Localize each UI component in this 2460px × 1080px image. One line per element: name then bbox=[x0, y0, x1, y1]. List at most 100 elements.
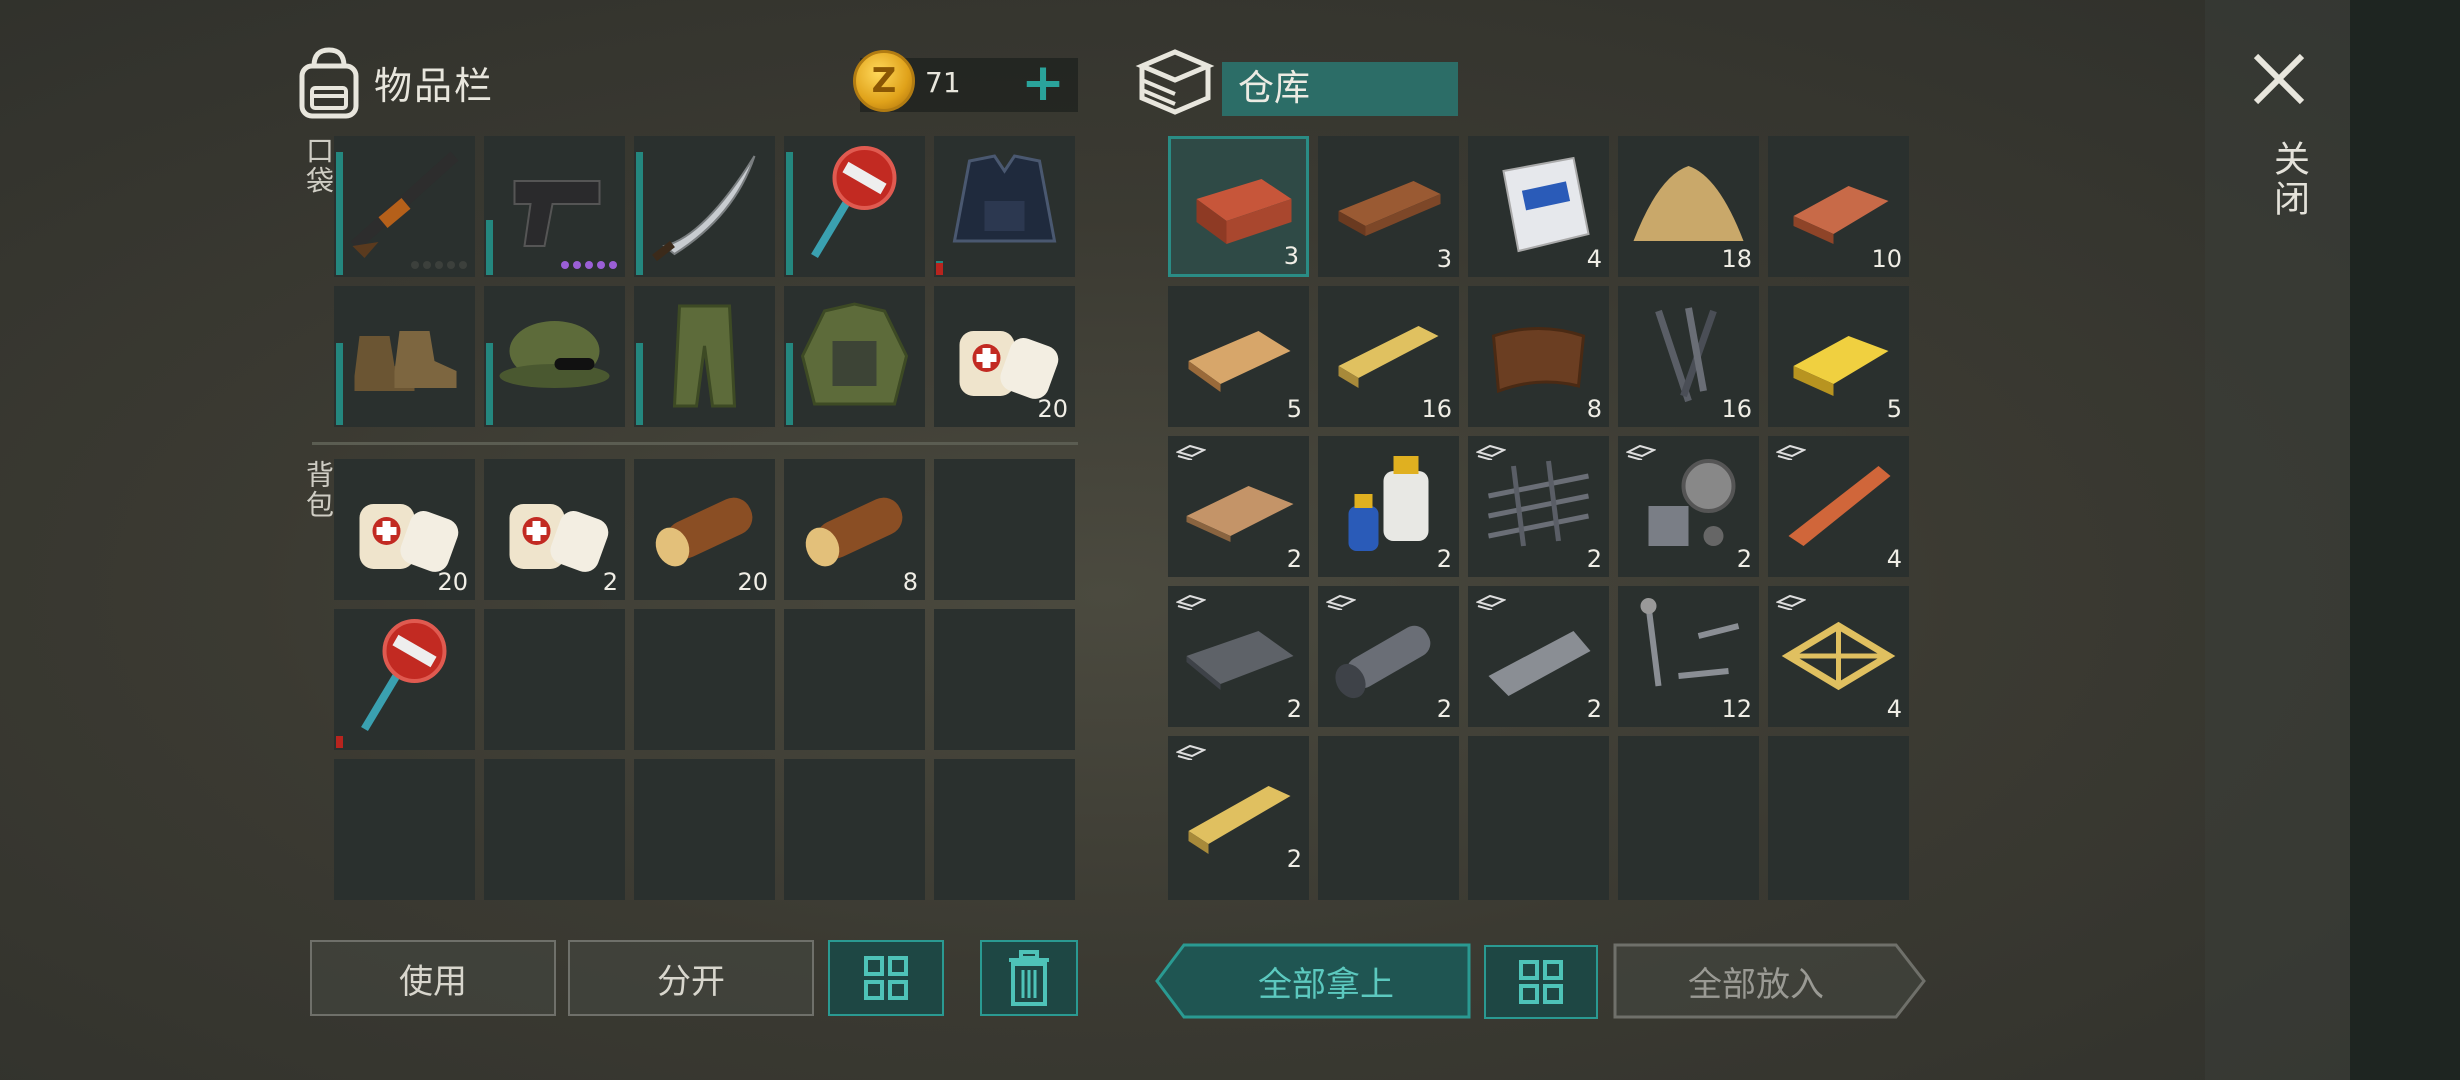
item-count: 8 bbox=[902, 568, 918, 596]
storage-slot[interactable] bbox=[1468, 736, 1609, 877]
sort-storage-button[interactable] bbox=[1484, 945, 1598, 1019]
close-icon[interactable] bbox=[2250, 50, 2308, 108]
storage-slot[interactable]: 4 bbox=[1768, 436, 1909, 577]
upgrade-dot bbox=[435, 261, 443, 269]
pocket-slot[interactable] bbox=[334, 136, 475, 277]
storage-slot[interactable]: 12 bbox=[1618, 586, 1759, 727]
durability-bar bbox=[786, 152, 793, 275]
storage-slot[interactable]: 5 bbox=[1768, 286, 1909, 427]
backpack-slot[interactable] bbox=[634, 609, 775, 750]
storage-slot[interactable] bbox=[1318, 736, 1459, 877]
durability-bar bbox=[636, 343, 643, 425]
storage-slot[interactable] bbox=[1618, 874, 1759, 900]
bandage-icon bbox=[359, 504, 459, 572]
storage-slot[interactable]: 16 bbox=[1318, 286, 1459, 427]
backpack-slot[interactable] bbox=[784, 609, 925, 750]
pocket-slot[interactable] bbox=[784, 136, 925, 277]
storage-slot[interactable]: 8 bbox=[1468, 286, 1609, 427]
backpack-icon bbox=[299, 47, 359, 119]
item-count: 2 bbox=[1436, 545, 1452, 573]
pocket-slot[interactable] bbox=[634, 286, 775, 427]
rebar-mesh-icon bbox=[1488, 460, 1589, 547]
upgrade-dot bbox=[573, 261, 581, 269]
storage-slot[interactable]: 3 bbox=[1168, 136, 1309, 277]
backpack-slot[interactable] bbox=[484, 759, 625, 900]
backpack-slot[interactable] bbox=[934, 609, 1075, 750]
storage-slot[interactable]: 2 bbox=[1168, 436, 1309, 577]
backpack-slot[interactable] bbox=[484, 609, 625, 750]
storage-slot[interactable]: 10 bbox=[1768, 136, 1909, 277]
storage-slot[interactable]: 2 bbox=[1468, 586, 1609, 727]
pocket-slot[interactable] bbox=[484, 136, 625, 277]
use-button[interactable]: 使用 bbox=[310, 940, 556, 1016]
backpack-slot[interactable]: 20 bbox=[634, 459, 775, 600]
storage-slot[interactable] bbox=[1168, 874, 1309, 900]
upgrade-dot bbox=[585, 261, 593, 269]
storage-slot[interactable] bbox=[1468, 874, 1609, 900]
upgrade-dot bbox=[411, 261, 419, 269]
storage-slot[interactable]: 2 bbox=[1168, 736, 1309, 877]
backpack-slot[interactable] bbox=[634, 759, 775, 900]
backpack-slot[interactable] bbox=[784, 759, 925, 900]
storage-slot[interactable] bbox=[1318, 874, 1459, 900]
storage-slot[interactable]: 2 bbox=[1318, 586, 1459, 727]
storage-slot[interactable]: 2 bbox=[1318, 436, 1459, 577]
pocket-slot[interactable]: 20 bbox=[934, 286, 1075, 427]
storage-slot[interactable]: 2 bbox=[1618, 436, 1759, 577]
camo-jacket-icon bbox=[800, 302, 909, 406]
backpack-slot[interactable] bbox=[334, 759, 475, 900]
item-count: 8 bbox=[1586, 395, 1602, 423]
pocket-slot[interactable] bbox=[634, 136, 775, 277]
add-coins-button[interactable]: + bbox=[1018, 57, 1068, 112]
durability-bar bbox=[786, 343, 793, 425]
coin-icon: Z bbox=[853, 50, 915, 112]
sort-inventory-button[interactable] bbox=[828, 940, 944, 1016]
storage-slot[interactable]: 5 bbox=[1168, 286, 1309, 427]
item-count: 20 bbox=[1037, 395, 1068, 423]
pocket-slot[interactable] bbox=[334, 286, 475, 427]
storage-slot[interactable] bbox=[1618, 736, 1759, 877]
storage-slot[interactable]: 3 bbox=[1318, 136, 1459, 277]
upgrade-dot bbox=[459, 261, 467, 269]
leather-icon bbox=[1491, 327, 1586, 394]
storage-slot[interactable]: 2 bbox=[1468, 436, 1609, 577]
pocket-slot[interactable] bbox=[784, 286, 925, 427]
storage-grid-overflow bbox=[1168, 874, 1909, 900]
chipboard-icon bbox=[1186, 486, 1294, 542]
close-label[interactable]: 关闭 bbox=[2262, 140, 2314, 220]
take-all-button[interactable]: 全部拿上 bbox=[1184, 945, 1468, 1017]
storage-slot[interactable] bbox=[1768, 874, 1909, 900]
item-count: 18 bbox=[1721, 245, 1752, 273]
storage-slot[interactable]: 18 bbox=[1618, 136, 1759, 277]
pipe-icon bbox=[1335, 625, 1431, 699]
storage-slot[interactable]: 4 bbox=[1768, 586, 1909, 727]
storage-slot[interactable] bbox=[1768, 736, 1909, 877]
storage-slot[interactable]: 16 bbox=[1618, 286, 1759, 427]
lumber-icon bbox=[1338, 326, 1439, 388]
storage-slot[interactable]: 2 bbox=[1168, 586, 1309, 727]
put-all-button[interactable]: 全部放入 bbox=[1614, 945, 1898, 1017]
item-count: 3 bbox=[1436, 245, 1452, 273]
stop-sign-icon bbox=[811, 146, 897, 259]
backpack-slot[interactable]: 8 bbox=[784, 459, 925, 600]
inventory-title: 物品栏 bbox=[374, 63, 495, 108]
blueprint-stack-icon bbox=[1176, 444, 1206, 460]
pocket-slot[interactable] bbox=[934, 136, 1075, 277]
upgrade-dot bbox=[423, 261, 431, 269]
steel-bar-icon bbox=[1488, 631, 1591, 696]
durability-bar bbox=[636, 152, 643, 275]
backpack-slot[interactable]: 20 bbox=[334, 459, 475, 600]
storage-slot[interactable]: 4 bbox=[1468, 136, 1609, 277]
backpack-slot[interactable] bbox=[934, 759, 1075, 900]
wood-beam-icon bbox=[1188, 786, 1291, 854]
blueprint-stack-icon bbox=[1776, 444, 1806, 460]
pocket-slot[interactable] bbox=[484, 286, 625, 427]
durability-bar bbox=[336, 343, 343, 425]
delete-button[interactable] bbox=[980, 940, 1078, 1016]
shotgun-icon bbox=[350, 151, 459, 258]
split-button[interactable]: 分开 bbox=[568, 940, 814, 1016]
backpack-slot[interactable] bbox=[334, 609, 475, 750]
backpack-slot[interactable]: 2 bbox=[484, 459, 625, 600]
backpack-slot[interactable] bbox=[934, 459, 1075, 600]
item-count: 10 bbox=[1871, 245, 1902, 273]
